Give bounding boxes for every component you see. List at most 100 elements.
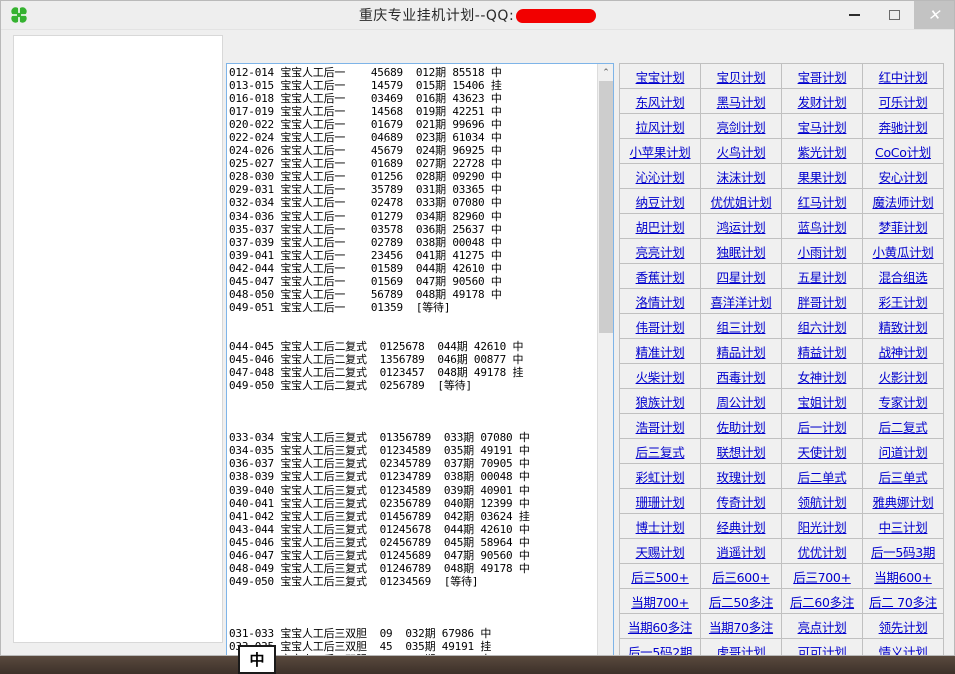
close-button[interactable]: ✕ xyxy=(914,1,954,29)
plan-button[interactable]: 伟哥计划 xyxy=(620,314,701,339)
plan-button[interactable]: 天赐计划 xyxy=(620,539,701,564)
plan-button[interactable]: 后二 70多注 xyxy=(863,589,944,614)
plan-button[interactable]: 喜洋洋计划 xyxy=(701,289,782,314)
plan-button[interactable]: 后一5码2期 xyxy=(620,639,701,656)
scroll-up-arrow-icon[interactable]: ⌃ xyxy=(598,64,614,80)
plan-button[interactable]: 西毒计划 xyxy=(701,364,782,389)
plan-button[interactable]: 安心计划 xyxy=(863,164,944,189)
plan-button[interactable]: 发财计划 xyxy=(782,89,863,114)
plan-button[interactable]: 狼族计划 xyxy=(620,389,701,414)
plan-button[interactable]: 红马计划 xyxy=(782,189,863,214)
plan-button[interactable]: 后三复式 xyxy=(620,439,701,464)
log-vertical-scrollbar[interactable]: ⌃ ⌄ xyxy=(597,64,613,656)
plan-button[interactable]: 胖哥计划 xyxy=(782,289,863,314)
plan-log-textarea[interactable]: 012-014 宝宝人工后一 45689 012期 85518 中 013-01… xyxy=(226,63,614,656)
plan-button[interactable]: 可可计划 xyxy=(782,639,863,656)
plan-button[interactable]: 战神计划 xyxy=(863,339,944,364)
plan-button[interactable]: 四星计划 xyxy=(701,264,782,289)
plan-button[interactable]: 浩哥计划 xyxy=(620,414,701,439)
left-blank-panel[interactable] xyxy=(13,35,223,643)
plan-button[interactable]: 宝哥计划 xyxy=(782,64,863,89)
plan-button[interactable]: 红中计划 xyxy=(863,64,944,89)
plan-button[interactable]: 魔法师计划 xyxy=(863,189,944,214)
plan-button[interactable]: 鸿运计划 xyxy=(701,214,782,239)
plan-button[interactable]: 后一5码3期 xyxy=(863,539,944,564)
plan-button[interactable]: 当期600+ xyxy=(863,564,944,589)
plan-button[interactable]: 果果计划 xyxy=(782,164,863,189)
plan-button[interactable]: 拉风计划 xyxy=(620,114,701,139)
plan-button[interactable]: 宝马计划 xyxy=(782,114,863,139)
plan-button[interactable]: 火影计划 xyxy=(863,364,944,389)
plan-button[interactable]: 宝宝计划 xyxy=(620,64,701,89)
plan-button[interactable]: 小苹果计划 xyxy=(620,139,701,164)
plan-button[interactable]: 独眠计划 xyxy=(701,239,782,264)
plan-button[interactable]: 优优计划 xyxy=(782,539,863,564)
plan-button[interactable]: 可乐计划 xyxy=(863,89,944,114)
plan-button[interactable]: 洛情计划 xyxy=(620,289,701,314)
plan-button[interactable]: 当期70多注 xyxy=(701,614,782,639)
plan-button[interactable]: 后三600+ xyxy=(701,564,782,589)
plan-button[interactable]: 五星计划 xyxy=(782,264,863,289)
plan-button[interactable]: 亮点计划 xyxy=(782,614,863,639)
plan-button[interactable]: 雅典娜计划 xyxy=(863,489,944,514)
plan-button[interactable]: 后二50多注 xyxy=(701,589,782,614)
plan-button[interactable]: 精品计划 xyxy=(701,339,782,364)
plan-button[interactable]: 精致计划 xyxy=(863,314,944,339)
plan-button[interactable]: 火柴计划 xyxy=(620,364,701,389)
plan-button[interactable]: 小黄瓜计划 xyxy=(863,239,944,264)
plan-button[interactable]: 联想计划 xyxy=(701,439,782,464)
plan-button[interactable]: 领航计划 xyxy=(782,489,863,514)
plan-button[interactable]: 精益计划 xyxy=(782,339,863,364)
plan-button[interactable]: 梦菲计划 xyxy=(863,214,944,239)
plan-button[interactable]: 精准计划 xyxy=(620,339,701,364)
plan-button[interactable]: 紫光计划 xyxy=(782,139,863,164)
plan-button[interactable]: 后二单式 xyxy=(782,464,863,489)
plan-button[interactable]: 亮亮计划 xyxy=(620,239,701,264)
plan-button[interactable]: 东风计划 xyxy=(620,89,701,114)
minimize-button[interactable] xyxy=(834,1,874,29)
plan-button[interactable]: 天使计划 xyxy=(782,439,863,464)
plan-button[interactable]: 后三单式 xyxy=(863,464,944,489)
plan-button[interactable]: 沫沫计划 xyxy=(701,164,782,189)
plan-button[interactable]: 胡巴计划 xyxy=(620,214,701,239)
plan-button[interactable]: 纳豆计划 xyxy=(620,189,701,214)
plan-button[interactable]: 沁沁计划 xyxy=(620,164,701,189)
plan-button[interactable]: 珊珊计划 xyxy=(620,489,701,514)
plan-button[interactable]: 后二复式 xyxy=(863,414,944,439)
plan-button[interactable]: 彩王计划 xyxy=(863,289,944,314)
plan-button[interactable]: 亮剑计划 xyxy=(701,114,782,139)
plan-button[interactable]: 后三500+ xyxy=(620,564,701,589)
plan-button[interactable]: 阳光计划 xyxy=(782,514,863,539)
plan-button[interactable]: 组六计划 xyxy=(782,314,863,339)
plan-button[interactable]: 女神计划 xyxy=(782,364,863,389)
plan-button[interactable]: 香蕉计划 xyxy=(620,264,701,289)
plan-button[interactable]: 蓝鸟计划 xyxy=(782,214,863,239)
plan-button[interactable]: 周公计划 xyxy=(701,389,782,414)
plan-button[interactable]: 宝贝计划 xyxy=(701,64,782,89)
plan-button[interactable]: 混合组选 xyxy=(863,264,944,289)
plan-button[interactable]: 当期60多注 xyxy=(620,614,701,639)
plan-button[interactable]: 经典计划 xyxy=(701,514,782,539)
scrollbar-thumb[interactable] xyxy=(599,81,613,333)
plan-button[interactable]: 奔驰计划 xyxy=(863,114,944,139)
plan-button[interactable]: 中三计划 xyxy=(863,514,944,539)
plan-button[interactable]: 彩虹计划 xyxy=(620,464,701,489)
plan-button[interactable]: 当期700+ xyxy=(620,589,701,614)
plan-button[interactable]: 领先计划 xyxy=(863,614,944,639)
plan-button[interactable]: 逍遥计划 xyxy=(701,539,782,564)
ime-mode-indicator[interactable]: 中 xyxy=(238,645,276,674)
plan-button[interactable]: CoCo计划 xyxy=(863,139,944,164)
plan-button[interactable]: 玫瑰计划 xyxy=(701,464,782,489)
plan-button[interactable]: 组三计划 xyxy=(701,314,782,339)
plan-button[interactable]: 宝姐计划 xyxy=(782,389,863,414)
plan-button[interactable]: 黑马计划 xyxy=(701,89,782,114)
plan-button[interactable]: 佐助计划 xyxy=(701,414,782,439)
plan-button[interactable]: 问道计划 xyxy=(863,439,944,464)
plan-button[interactable]: 后三700+ xyxy=(782,564,863,589)
plan-button[interactable]: 传奇计划 xyxy=(701,489,782,514)
plan-button[interactable]: 优优姐计划 xyxy=(701,189,782,214)
plan-button[interactable]: 博士计划 xyxy=(620,514,701,539)
plan-button[interactable]: 火鸟计划 xyxy=(701,139,782,164)
plan-button[interactable]: 后二60多注 xyxy=(782,589,863,614)
plan-button[interactable]: 小雨计划 xyxy=(782,239,863,264)
